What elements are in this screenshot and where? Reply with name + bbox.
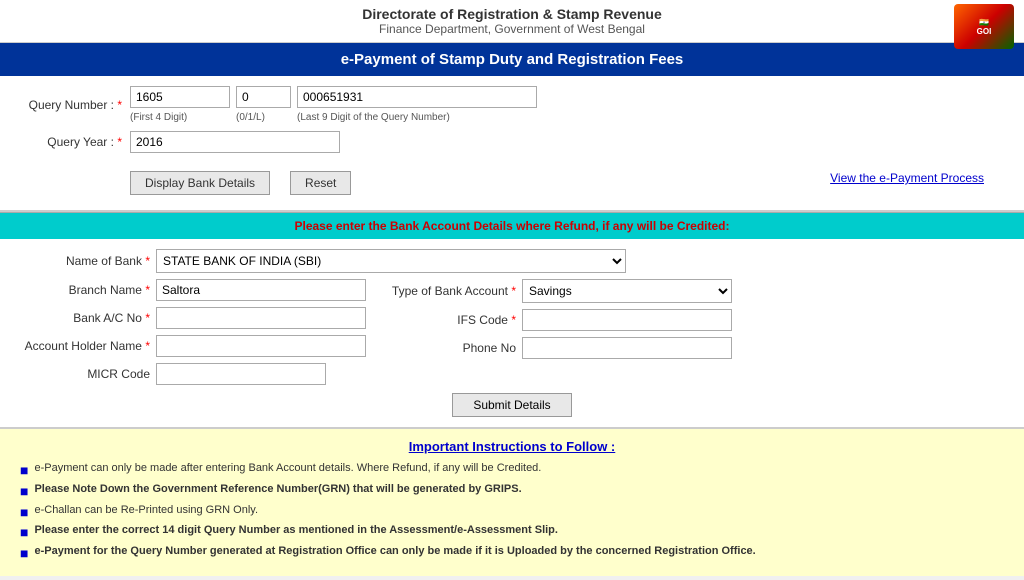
phone-row: Phone No	[386, 337, 732, 359]
bank-right-col: Type of Bank Account * Savings Current I…	[386, 279, 732, 385]
main-banner: e-Payment of Stamp Duty and Registration…	[0, 43, 1024, 76]
query-hint3: (Last 9 Digit of the Query Number)	[297, 112, 537, 123]
query-hint1: (First 4 Digit)	[130, 112, 230, 123]
bank-form-section: Name of Bank * STATE BANK OF INDIA (SBI)…	[0, 239, 1024, 429]
ifs-label: IFS Code *	[386, 313, 516, 327]
instruction-text-2: Please Note Down the Government Referenc…	[34, 483, 521, 495]
bank-ac-input[interactable]	[156, 307, 366, 329]
query-inputs: (First 4 Digit) (0/1/L) (Last 9 Digit of…	[130, 86, 537, 123]
phone-label: Phone No	[386, 341, 516, 355]
account-type-select[interactable]: Savings Current	[522, 279, 732, 303]
account-type-label: Type of Bank Account *	[386, 284, 516, 298]
btn-group: Display Bank Details Reset	[130, 171, 351, 195]
query-col-2: (0/1/L)	[236, 86, 291, 123]
instruction-item-2: ■ Please Note Down the Government Refere…	[20, 483, 1004, 500]
query-number-label: Query Number : *	[20, 98, 130, 112]
header: Directorate of Registration & Stamp Reve…	[0, 0, 1024, 43]
submit-button[interactable]: Submit Details	[452, 393, 571, 417]
bank-form-grid: Branch Name * Bank A/C No * Account Hold…	[20, 279, 1004, 385]
query-hint2: (0/1/L)	[236, 112, 291, 123]
header-logo: 🇮🇳GOI	[954, 4, 1014, 49]
bank-name-select[interactable]: STATE BANK OF INDIA (SBI)	[156, 249, 626, 273]
branch-name-row: Branch Name *	[20, 279, 366, 301]
query-field3[interactable]	[297, 86, 537, 108]
bullet-2: ■	[20, 483, 28, 500]
instructions-section: Important Instructions to Follow : ■ e-P…	[0, 429, 1024, 576]
instruction-item-4: ■ Please enter the correct 14 digit Quer…	[20, 524, 1004, 541]
micr-input[interactable]	[156, 363, 326, 385]
query-year-field[interactable]	[130, 131, 340, 153]
account-holder-label: Account Holder Name *	[20, 339, 150, 353]
bank-details-banner: Please enter the Bank Account Details wh…	[0, 212, 1024, 239]
ifs-row: IFS Code *	[386, 309, 732, 331]
instruction-text-5: e-Payment for the Query Number generated…	[34, 545, 755, 557]
query-form-section: Query Number : * (First 4 Digit) (0/1/L)…	[0, 76, 1024, 212]
header-subtitle: Finance Department, Government of West B…	[362, 22, 662, 36]
bank-ac-label: Bank A/C No *	[20, 311, 150, 325]
bank-left-col: Branch Name * Bank A/C No * Account Hold…	[20, 279, 366, 385]
header-title: Directorate of Registration & Stamp Reve…	[362, 6, 662, 22]
branch-name-label: Branch Name *	[20, 283, 150, 297]
account-type-row: Type of Bank Account * Savings Current	[386, 279, 732, 303]
query-col-3: (Last 9 Digit of the Query Number)	[297, 86, 537, 123]
phone-input[interactable]	[522, 337, 732, 359]
bullet-4: ■	[20, 524, 28, 541]
view-epayment-link[interactable]: View the e-Payment Process	[830, 171, 984, 185]
bullet-3: ■	[20, 504, 28, 521]
branch-name-input[interactable]	[156, 279, 366, 301]
bank-ac-row: Bank A/C No *	[20, 307, 366, 329]
query-field2[interactable]	[236, 86, 291, 108]
ifs-input[interactable]	[522, 309, 732, 331]
query-number-row: Query Number : * (First 4 Digit) (0/1/L)…	[20, 86, 1004, 123]
account-holder-input[interactable]	[156, 335, 366, 357]
query-year-label: Query Year : *	[20, 135, 130, 149]
logo-text: 🇮🇳GOI	[977, 18, 992, 36]
instruction-item-5: ■ e-Payment for the Query Number generat…	[20, 545, 1004, 562]
reset-button[interactable]: Reset	[290, 171, 351, 195]
query-field1[interactable]	[130, 86, 230, 108]
bullet-5: ■	[20, 545, 28, 562]
display-bank-button[interactable]: Display Bank Details	[130, 171, 270, 195]
bank-name-row: Name of Bank * STATE BANK OF INDIA (SBI)	[20, 249, 1004, 273]
header-text: Directorate of Registration & Stamp Reve…	[362, 6, 662, 36]
bank-name-label: Name of Bank *	[20, 254, 150, 268]
instruction-text-1: e-Payment can only be made after enterin…	[34, 462, 541, 474]
micr-row: MICR Code	[20, 363, 366, 385]
instruction-text-4: Please enter the correct 14 digit Query …	[34, 524, 558, 536]
query-year-row: Query Year : *	[20, 131, 1004, 153]
micr-label: MICR Code	[20, 367, 150, 381]
instruction-item-1: ■ e-Payment can only be made after enter…	[20, 462, 1004, 479]
instruction-item-3: ■ e-Challan can be Re-Printed using GRN …	[20, 504, 1004, 521]
account-holder-row: Account Holder Name *	[20, 335, 366, 357]
query-number-required: *	[117, 98, 122, 112]
query-col-1: (First 4 Digit)	[130, 86, 230, 123]
query-year-required: *	[117, 135, 122, 149]
button-row: Display Bank Details Reset View the e-Pa…	[20, 161, 1004, 195]
instruction-text-3: e-Challan can be Re-Printed using GRN On…	[34, 504, 258, 516]
instructions-title: Important Instructions to Follow :	[20, 439, 1004, 454]
submit-row: Submit Details	[20, 393, 1004, 417]
bullet-1: ■	[20, 462, 28, 479]
